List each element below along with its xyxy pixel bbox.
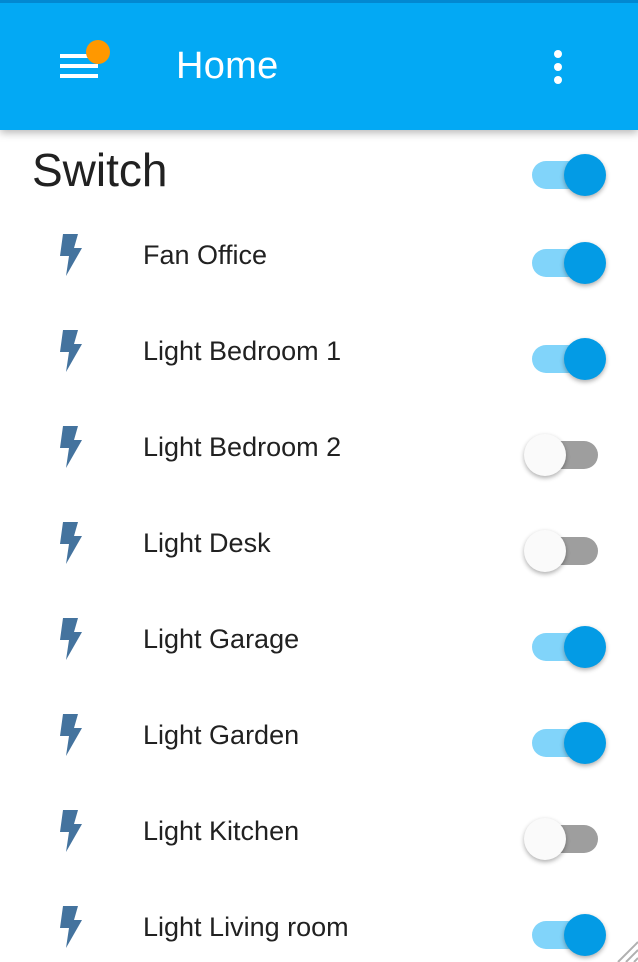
switch-label: Light Garden bbox=[143, 720, 300, 750]
flash-icon bbox=[58, 906, 84, 948]
switch-label: Light Bedroom 2 bbox=[143, 432, 342, 462]
toggle-thumb bbox=[564, 914, 606, 956]
status-edge bbox=[0, 0, 638, 3]
switch-row[interactable]: Light Garden bbox=[0, 690, 638, 786]
switch-card: Switch Fan Office Light Bedroom 1 Light Be… bbox=[0, 130, 638, 962]
toggle-thumb bbox=[524, 434, 566, 476]
switch-label: Light Garage bbox=[143, 624, 300, 654]
switch-label: Light Bedroom 1 bbox=[143, 336, 342, 366]
switch-label: Light Living room bbox=[143, 912, 349, 942]
switch-toggle[interactable] bbox=[520, 624, 608, 668]
page-title: Home bbox=[176, 45, 279, 87]
toggle-thumb bbox=[524, 530, 566, 572]
resize-grip-icon bbox=[617, 941, 638, 962]
switch-label: Light Desk bbox=[143, 528, 271, 558]
notification-badge bbox=[86, 40, 110, 64]
switch-row[interactable]: Light Bedroom 2 bbox=[0, 402, 638, 498]
app-screen: Home Switch Fan Office Light Bedroom 1 Lig… bbox=[0, 0, 638, 962]
switch-toggle[interactable] bbox=[520, 816, 608, 860]
switch-label: Fan Office bbox=[143, 240, 268, 270]
flash-icon bbox=[58, 330, 84, 372]
app-toolbar: Home bbox=[0, 0, 638, 130]
toggle-thumb bbox=[564, 626, 606, 668]
toggle-thumb bbox=[564, 338, 606, 380]
flash-icon bbox=[58, 714, 84, 756]
switch-row[interactable]: Fan Office bbox=[0, 210, 638, 306]
switch-row[interactable]: Light Living room bbox=[0, 882, 638, 962]
flash-icon bbox=[58, 810, 84, 852]
toggle-thumb bbox=[564, 242, 606, 284]
switch-toggle[interactable] bbox=[520, 336, 608, 380]
switch-toggle[interactable] bbox=[520, 240, 608, 284]
switch-toggle[interactable] bbox=[520, 912, 608, 956]
switch-toggle[interactable] bbox=[520, 432, 608, 476]
toggle-thumb bbox=[524, 818, 566, 860]
switch-toggle[interactable] bbox=[520, 528, 608, 572]
flash-icon bbox=[58, 234, 84, 276]
flash-icon bbox=[58, 618, 84, 660]
more-vertical-icon bbox=[554, 50, 562, 84]
master-switch-toggle[interactable] bbox=[520, 152, 608, 196]
switch-toggle[interactable] bbox=[520, 720, 608, 764]
switch-row[interactable]: Light Bedroom 1 bbox=[0, 306, 638, 402]
switch-row[interactable]: Light Desk bbox=[0, 498, 638, 594]
flash-icon bbox=[58, 426, 84, 468]
switch-label: Light Kitchen bbox=[143, 816, 300, 846]
menu-button[interactable] bbox=[46, 36, 114, 96]
overflow-menu-button[interactable] bbox=[534, 40, 584, 92]
toggle-thumb bbox=[564, 722, 606, 764]
toggle-thumb bbox=[564, 154, 606, 196]
switch-row[interactable]: Light Kitchen bbox=[0, 786, 638, 882]
section-header: Switch bbox=[0, 130, 638, 210]
flash-icon bbox=[58, 522, 84, 564]
section-title: Switch bbox=[32, 144, 168, 196]
switch-row[interactable]: Light Garage bbox=[0, 594, 638, 690]
